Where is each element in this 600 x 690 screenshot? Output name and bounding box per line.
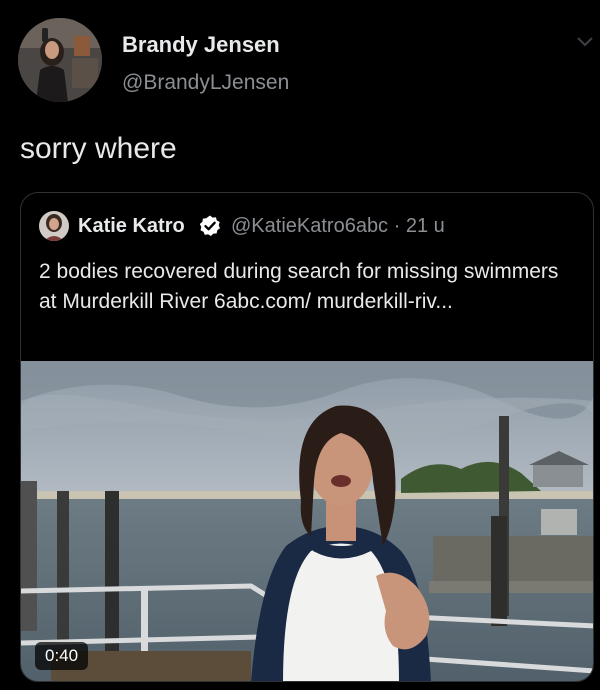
quoted-display-name[interactable]: Katie Katro	[78, 215, 185, 238]
verified-badge-icon	[199, 215, 220, 236]
quoted-user-avatar[interactable]	[39, 211, 69, 241]
display-name[interactable]: Brandy Jensen	[122, 32, 280, 58]
user-avatar[interactable]	[18, 18, 102, 102]
user-handle[interactable]: @BrandyLJensen	[122, 71, 289, 95]
video-thumbnail	[21, 361, 593, 681]
video-duration: 0:40	[35, 642, 89, 670]
chevron-down-icon[interactable]	[574, 30, 596, 52]
quoted-tweet-text: 2 bodies recovered during search for mis…	[39, 260, 559, 313]
quoted-handle-time[interactable]: @KatieKatro6abc · 21 u	[231, 215, 445, 238]
avatar-photo	[18, 18, 102, 102]
quoted-tweet[interactable]: Katie Katro @KatieKatro6abc · 21 u 2 bod…	[20, 192, 594, 682]
tweet-card: Brandy Jensen @BrandyLJensen sorry where…	[0, 0, 600, 690]
tweet-text: sorry where	[20, 132, 177, 165]
video-player[interactable]: 0:40	[21, 361, 593, 681]
quoted-avatar-photo	[39, 211, 69, 241]
